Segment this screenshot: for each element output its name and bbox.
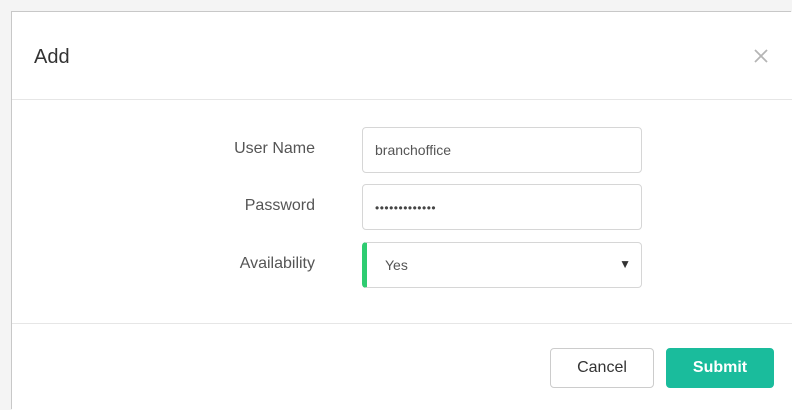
submit-button[interactable]: Submit: [666, 348, 774, 388]
availability-row: Availability Yes ▼: [12, 242, 792, 288]
password-masked-value: •••••••••••••: [375, 201, 437, 215]
availability-selected-value: Yes: [385, 257, 408, 273]
username-row: User Name branchoffice: [12, 127, 792, 173]
dropdown-arrow-icon: ▼: [619, 257, 631, 271]
page-backdrop: [0, 0, 792, 12]
availability-select[interactable]: Yes ▼: [362, 242, 642, 288]
availability-label: Availability: [239, 255, 315, 272]
password-row: Password •••••••••••••: [12, 184, 792, 230]
username-input[interactable]: branchoffice: [362, 127, 642, 173]
username-label: User Name: [234, 140, 315, 157]
dialog-footer-divider: [12, 323, 792, 324]
add-dialog: Add User Name branchoffice Password ••••…: [12, 12, 792, 410]
dialog-header: Add: [12, 12, 792, 100]
dialog-title: Add: [34, 46, 70, 68]
close-icon: [754, 49, 768, 63]
password-input[interactable]: •••••••••••••: [362, 184, 642, 230]
close-button[interactable]: [750, 45, 772, 67]
cancel-button[interactable]: Cancel: [550, 348, 654, 388]
page-backdrop-side: [0, 0, 12, 410]
password-label: Password: [244, 197, 315, 214]
